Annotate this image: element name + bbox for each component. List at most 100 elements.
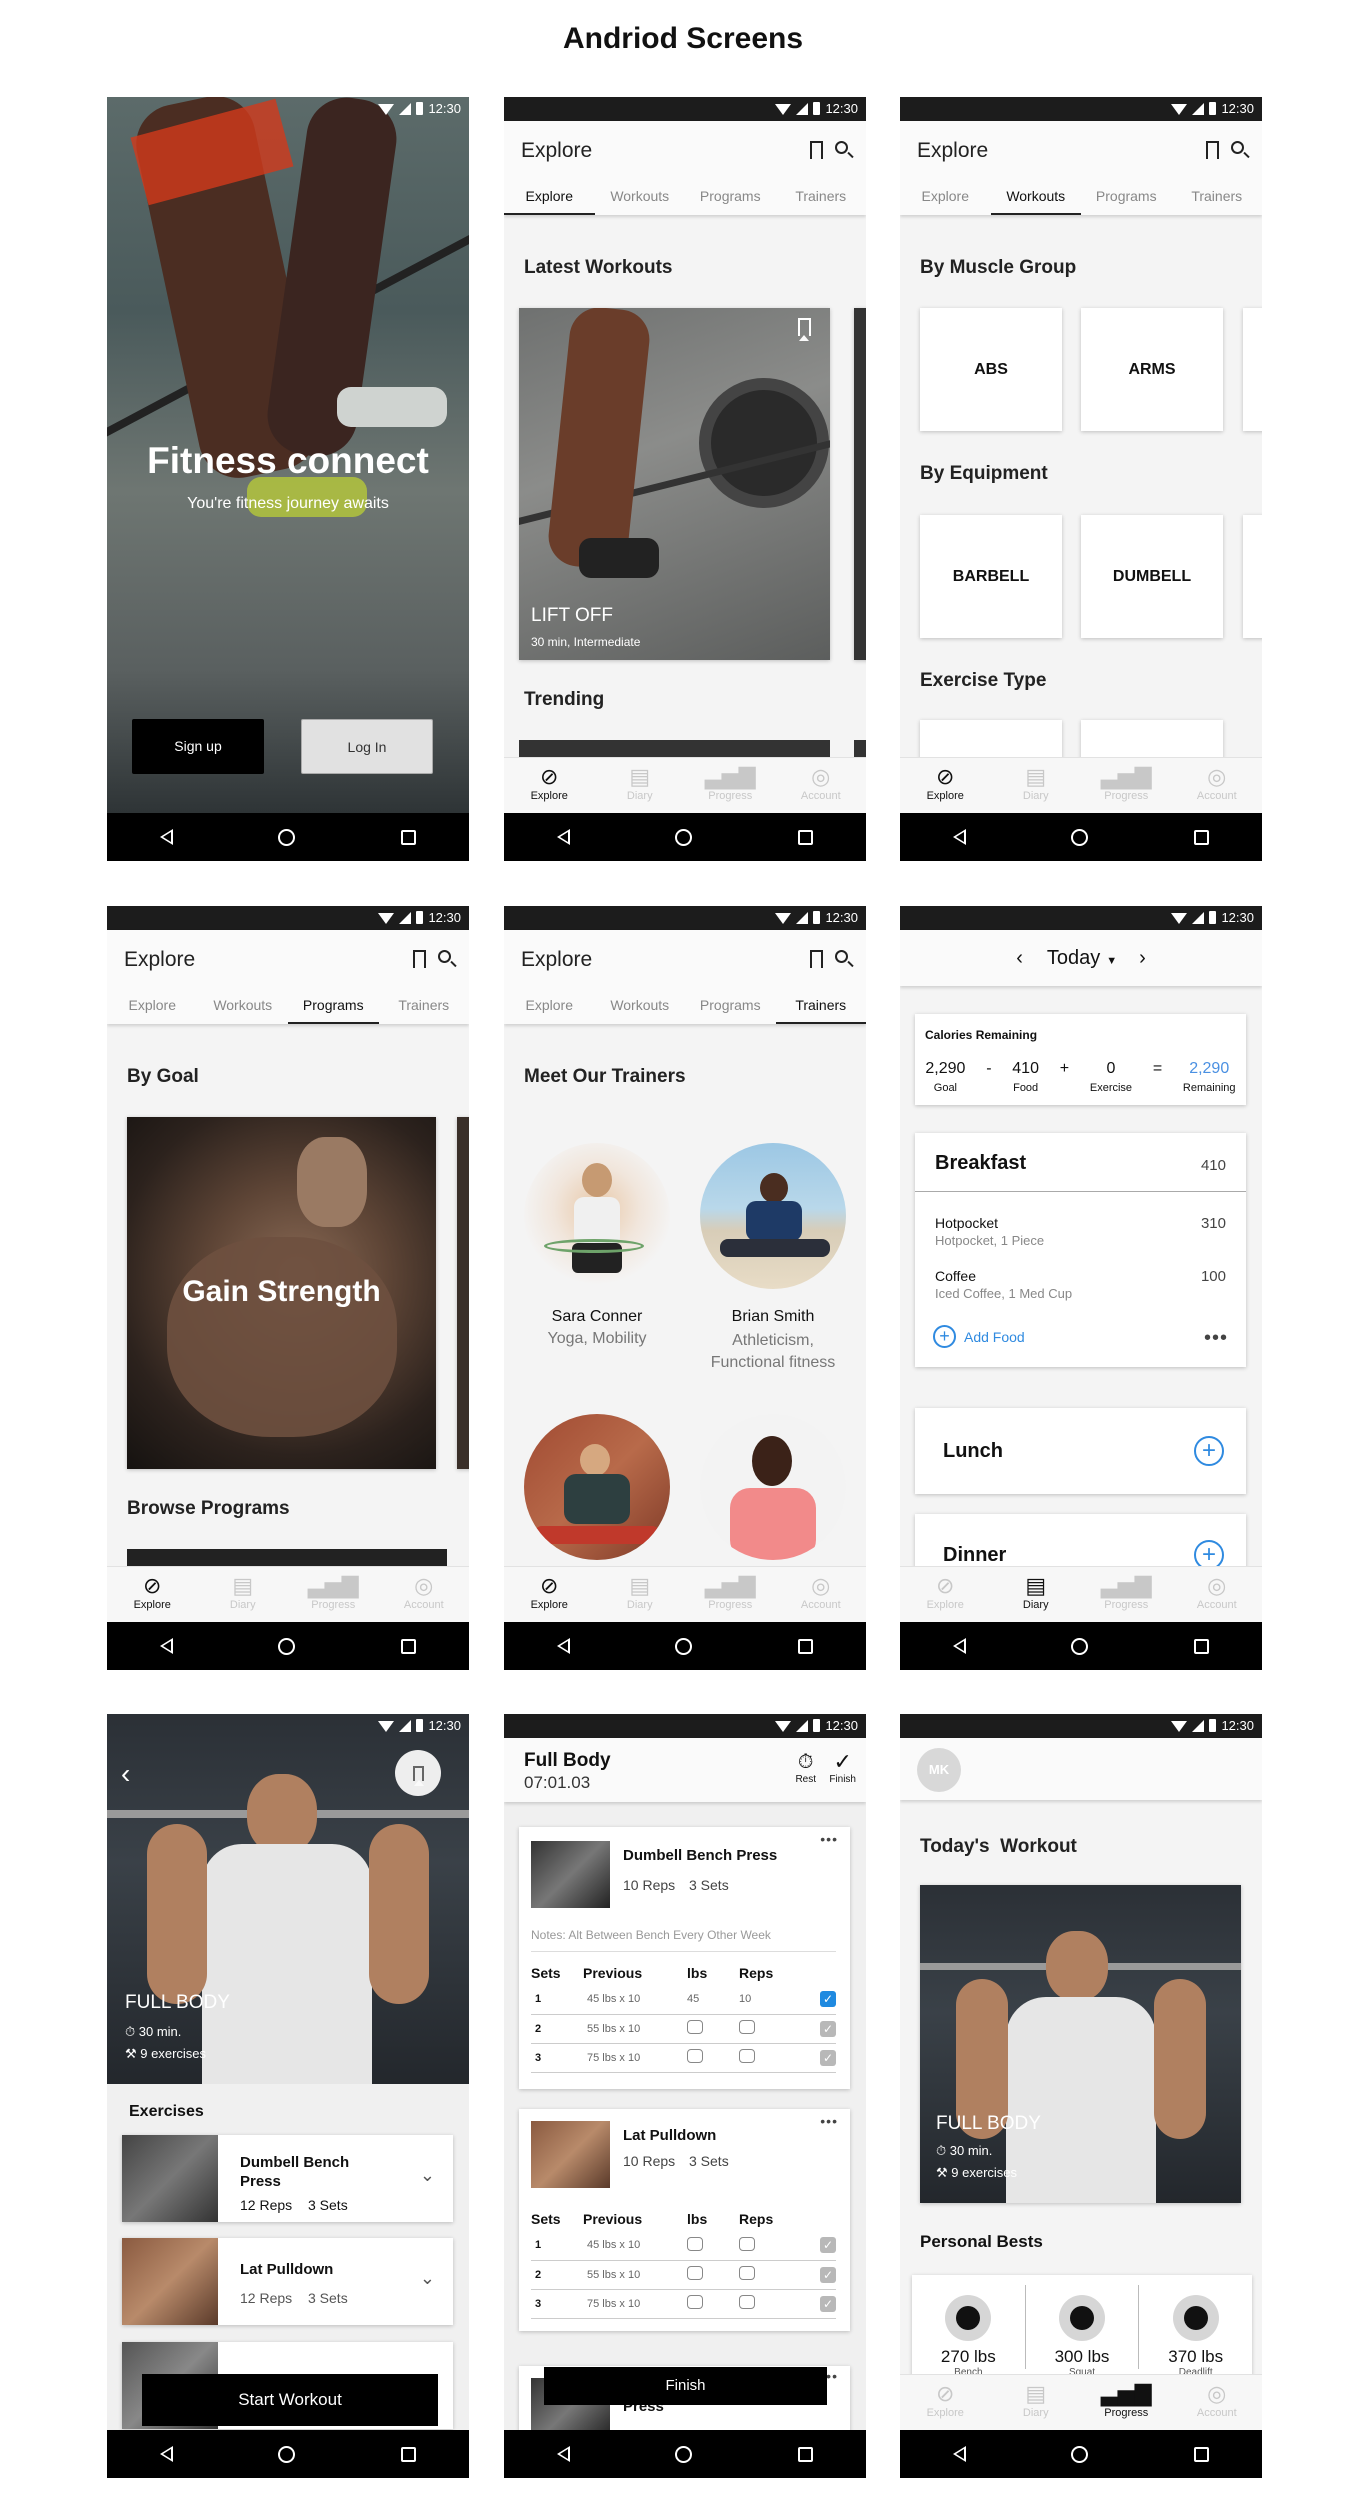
- trainer-avatar-sara[interactable]: [524, 1143, 670, 1289]
- back-icon[interactable]: [556, 2446, 570, 2462]
- nav-progress[interactable]: ▃▅▇ Progress: [685, 758, 776, 813]
- lunch-card[interactable]: Lunch +: [915, 1408, 1246, 1494]
- nav-account[interactable]: ◎ Account: [379, 1567, 470, 1622]
- bookmark-icon[interactable]: [810, 950, 823, 973]
- nav-explore[interactable]: ⊘ Explore: [107, 1567, 198, 1622]
- nav-diary[interactable]: ▤ Diary: [595, 758, 686, 813]
- bookmark-icon[interactable]: [1206, 141, 1219, 164]
- recents-icon[interactable]: [798, 829, 814, 845]
- bookmark-icon[interactable]: [413, 950, 426, 973]
- tab-programs[interactable]: Programs: [288, 986, 379, 1024]
- tab-explore[interactable]: Explore: [107, 986, 198, 1024]
- more-options-icon[interactable]: •••: [820, 2113, 838, 2129]
- recents-icon[interactable]: [401, 1638, 417, 1654]
- tab-explore[interactable]: Explore: [900, 177, 991, 215]
- tile-dumbell[interactable]: DUMBELL: [1081, 515, 1223, 638]
- tab-programs[interactable]: Programs: [685, 986, 776, 1024]
- back-icon[interactable]: [159, 1638, 173, 1654]
- nav-explore[interactable]: ⊘ Explore: [900, 1567, 991, 1622]
- nav-explore[interactable]: ⊘ Explore: [504, 1567, 595, 1622]
- back-icon[interactable]: [159, 2446, 173, 2462]
- prev-day-icon[interactable]: ‹: [1016, 947, 1023, 969]
- home-icon[interactable]: [1071, 2445, 1089, 2463]
- login-button[interactable]: Log In: [301, 719, 433, 774]
- home-icon[interactable]: [675, 2445, 693, 2463]
- chevron-down-icon[interactable]: ⌄: [420, 2268, 435, 2289]
- set-complete-checkbox[interactable]: ✓: [820, 2020, 836, 2037]
- tab-workouts[interactable]: Workouts: [595, 177, 686, 215]
- nav-explore[interactable]: ⊘ Explore: [504, 758, 595, 813]
- tab-explore[interactable]: Explore: [504, 177, 595, 215]
- lbs-input[interactable]: [687, 2020, 703, 2034]
- back-icon[interactable]: [556, 1638, 570, 1654]
- tile-abs[interactable]: ABS: [920, 308, 1062, 431]
- add-lunch-icon[interactable]: +: [1194, 1436, 1224, 1466]
- set-complete-checkbox[interactable]: ✓: [820, 2295, 836, 2312]
- trainer-avatar-3[interactable]: [524, 1414, 670, 1560]
- food-item-name[interactable]: Hotpocket: [935, 1215, 998, 1231]
- workout-card-peek[interactable]: [854, 308, 866, 660]
- home-icon[interactable]: [278, 828, 296, 846]
- trainer-avatar-brian[interactable]: [700, 1143, 846, 1289]
- nav-progress[interactable]: ▃▅▇ Progress: [1081, 2375, 1172, 2430]
- set-complete-checkbox[interactable]: ✓: [820, 1991, 836, 2008]
- program-card-peek[interactable]: [457, 1117, 469, 1469]
- tab-workouts[interactable]: Workouts: [198, 986, 289, 1024]
- nav-diary[interactable]: ▤ Diary: [991, 1567, 1082, 1622]
- search-icon[interactable]: [1231, 141, 1244, 154]
- set-complete-checkbox[interactable]: ✓: [820, 2266, 836, 2283]
- nav-progress[interactable]: ▃▅▇ Progress: [1081, 1567, 1172, 1622]
- reps-input[interactable]: [739, 2049, 755, 2063]
- tile-peek[interactable]: [920, 720, 1062, 760]
- program-card-gain-strength[interactable]: Gain Strength: [127, 1117, 436, 1469]
- nav-account[interactable]: ◎ Account: [1172, 1567, 1263, 1622]
- exercise-row[interactable]: Dumbell Bench Press 12 Reps 3 Sets ⌄: [122, 2135, 453, 2222]
- set-reps[interactable]: 10: [739, 1985, 803, 2014]
- recents-icon[interactable]: [401, 829, 417, 845]
- tab-trainers[interactable]: Trainers: [775, 986, 866, 1024]
- food-item-name[interactable]: Coffee: [935, 1268, 976, 1284]
- tab-workouts[interactable]: Workouts: [990, 177, 1081, 215]
- finish-icon-button[interactable]: ✓ Finish: [829, 1750, 856, 1786]
- bookmark-button[interactable]: [395, 1750, 441, 1796]
- set-complete-checkbox[interactable]: ✓: [820, 2237, 836, 2254]
- tab-trainers[interactable]: Trainers: [1172, 177, 1263, 215]
- nav-account[interactable]: ◎ Account: [776, 758, 867, 813]
- finish-button[interactable]: Finish: [544, 2367, 827, 2405]
- nav-diary[interactable]: ▤ Diary: [991, 2375, 1082, 2430]
- search-icon[interactable]: [438, 950, 451, 963]
- home-icon[interactable]: [278, 1637, 296, 1655]
- nav-explore[interactable]: ⊘ Explore: [900, 758, 991, 813]
- recents-icon[interactable]: [1194, 1638, 1210, 1654]
- tab-trainers[interactable]: Trainers: [379, 986, 470, 1024]
- recents-icon[interactable]: [1194, 2446, 1210, 2462]
- workout-card-lift-off[interactable]: LIFT OFF 30 min, Intermediate: [519, 308, 830, 660]
- tab-explore[interactable]: Explore: [504, 986, 595, 1024]
- nav-progress[interactable]: ▃▅▇ Progress: [288, 1567, 379, 1622]
- add-food-button[interactable]: + Add Food: [933, 1325, 1025, 1348]
- todays-workout-card[interactable]: FULL BODY ⏱ 30 min. ⚒ 9 exercises: [920, 1885, 1241, 2203]
- bookmark-icon[interactable]: [810, 141, 823, 164]
- date-label[interactable]: Today: [1047, 947, 1100, 969]
- back-icon[interactable]: [952, 2446, 966, 2462]
- back-icon[interactable]: [952, 1638, 966, 1654]
- bookmark-icon[interactable]: [798, 318, 811, 341]
- nav-account[interactable]: ◎ Account: [1172, 2375, 1263, 2430]
- recents-icon[interactable]: [798, 1638, 814, 1654]
- more-options-icon[interactable]: •••: [1204, 1327, 1228, 1350]
- home-icon[interactable]: [1071, 1637, 1089, 1655]
- set-lbs[interactable]: 45: [687, 1985, 739, 2014]
- home-icon[interactable]: [278, 2445, 296, 2463]
- next-day-icon[interactable]: ›: [1139, 947, 1146, 969]
- recents-icon[interactable]: [1194, 829, 1210, 845]
- lbs-input[interactable]: [687, 2266, 703, 2280]
- tile-peek[interactable]: [1081, 720, 1223, 760]
- reps-input[interactable]: [739, 2266, 755, 2280]
- nav-progress[interactable]: ▃▅▇ Progress: [1081, 758, 1172, 813]
- nav-progress[interactable]: ▃▅▇ Progress: [685, 1567, 776, 1622]
- nav-diary[interactable]: ▤ Diary: [198, 1567, 289, 1622]
- tile-arms[interactable]: ARMS: [1081, 308, 1223, 431]
- tile-peek[interactable]: [1243, 308, 1262, 431]
- set-complete-checkbox[interactable]: ✓: [820, 2049, 836, 2066]
- tab-trainers[interactable]: Trainers: [776, 177, 867, 215]
